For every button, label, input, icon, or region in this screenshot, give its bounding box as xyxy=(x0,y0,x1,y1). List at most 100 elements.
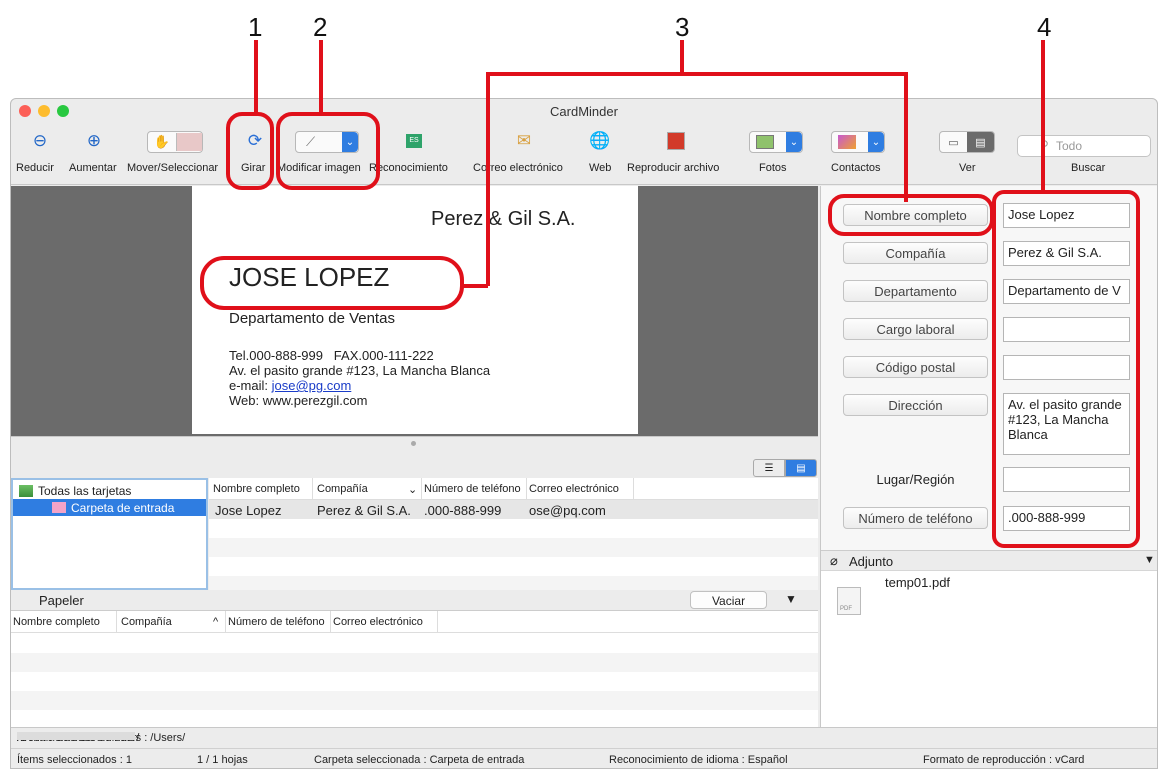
card-list: Nombre completo Compañía ⌄ Número de tel… xyxy=(209,478,818,590)
reducir-button[interactable]: ⊖ Reducir xyxy=(15,129,63,179)
splitter-bar[interactable] xyxy=(11,436,818,475)
vcard-icon xyxy=(661,129,691,153)
field-button-nombre[interactable]: Nombre completo xyxy=(843,204,988,226)
col-header-name[interactable]: Nombre completo xyxy=(213,483,300,495)
chevron-down-icon: ⌄ xyxy=(786,132,802,152)
collapse-triangle-icon[interactable]: ▼ xyxy=(785,592,797,606)
field-value-compania[interactable]: Perez & Gil S.A. xyxy=(1003,241,1130,266)
status-language: Reconocimiento de idioma : Español xyxy=(609,754,788,766)
reducir-label: Reducir xyxy=(16,162,54,174)
zoom-in-icon: ⊕ xyxy=(86,131,102,150)
trash-col-phone[interactable]: Número de teléfono xyxy=(228,616,325,628)
ver-button[interactable]: ▭ ▤ Ver xyxy=(939,129,1003,179)
status-selected: Ítems seleccionados : 1 xyxy=(17,754,132,766)
trash-panel: Papeler Vaciar ▼ Nombre completo Compañí… xyxy=(11,590,818,727)
card-name: JOSE LOPEZ xyxy=(229,262,390,292)
reconocimiento-button[interactable]: ES Reconocimiento xyxy=(369,129,461,179)
sort-desc-icon: ⌄ xyxy=(408,484,418,496)
trash-col-company[interactable]: Compañía xyxy=(121,616,172,628)
card-stack-icon xyxy=(19,485,33,497)
empty-row xyxy=(11,653,818,672)
contactos-dropdown[interactable]: ⌄ xyxy=(831,131,885,153)
card-email-link[interactable]: jose@pg.com xyxy=(272,378,352,393)
ver-label: Ver xyxy=(959,162,976,174)
mover-seleccionar-button[interactable]: ✋ Mover/Seleccionar xyxy=(127,129,239,179)
field-button-compania[interactable]: Compañía xyxy=(843,242,988,264)
reproducir-archivo-button[interactable]: Reproducir archivo xyxy=(623,129,733,179)
zoom-out-icon: ⊖ xyxy=(32,131,48,150)
trash-title: Papeler xyxy=(39,593,84,608)
vaciar-button[interactable]: Vaciar xyxy=(690,591,767,609)
search-input[interactable]: ⚲ Todo xyxy=(1017,135,1151,157)
trash-col-email[interactable]: Correo electrónico xyxy=(333,616,423,628)
search-placeholder: Todo xyxy=(1056,139,1083,153)
table-row[interactable]: Jose Lopez Perez & Gil S.A. .000-888-999… xyxy=(209,500,818,519)
mail-icon: ✉ xyxy=(516,131,532,150)
chevron-down-icon: ⌄ xyxy=(868,132,884,152)
callout-3: 3 xyxy=(675,12,690,42)
status-folder: Carpeta seleccionada : Carpeta de entrad… xyxy=(314,754,525,766)
pdf-file-icon: PDF xyxy=(837,587,861,615)
fotos-dropdown[interactable]: ⌄ xyxy=(749,131,803,153)
contactos-button[interactable]: ⌄ Contactos xyxy=(825,129,891,179)
card-fields-panel: Nombre completo Jose Lopez Compañía Pere… xyxy=(820,186,1157,727)
edit-image-icon: ⟋ xyxy=(306,134,316,149)
fotos-button[interactable]: ⌄ Fotos xyxy=(743,129,809,179)
tree-item-all-cards[interactable]: Todas las tarjetas xyxy=(19,483,131,499)
window-title: CardMinder xyxy=(550,104,618,119)
callout-1: 1 xyxy=(248,12,263,42)
trash-col-name[interactable]: Nombre completo xyxy=(13,616,100,628)
col-header-company[interactable]: Compañía xyxy=(317,483,368,495)
attachment-file[interactable]: PDF xyxy=(833,577,893,627)
sort-asc-icon: ^ xyxy=(213,616,219,628)
girar-button[interactable]: ⟳ Girar xyxy=(237,129,273,179)
redacted-filename xyxy=(17,732,135,740)
folder-tree: Todas las tarjetas Carpeta de entrada xyxy=(11,478,208,590)
field-button-direccion[interactable]: Dirección xyxy=(843,394,988,416)
reproducir-label: Reproducir archivo xyxy=(627,162,720,174)
field-button-telefono[interactable]: Número de teléfono xyxy=(843,507,988,529)
correo-electronico-button[interactable]: ✉ Correo electrónico xyxy=(467,129,577,179)
status-bar: Archivo de base de datos : /Users//Docum… xyxy=(11,727,1157,768)
split-view-icon: ▤ xyxy=(967,132,994,152)
list-view-icon[interactable]: ☰ xyxy=(753,459,785,477)
field-button-cargo[interactable]: Cargo laboral xyxy=(843,318,988,340)
col-header-email[interactable]: Correo electrónico xyxy=(529,483,619,495)
splitter-handle[interactable] xyxy=(411,441,416,446)
list-view-toggle[interactable]: ☰ ▤ xyxy=(753,459,817,477)
web-button[interactable]: 🌐 Web xyxy=(585,129,615,179)
empty-row xyxy=(11,691,818,710)
field-value-telefono[interactable]: .000-888-999 xyxy=(1003,506,1130,531)
field-button-codigo-postal[interactable]: Código postal xyxy=(843,356,988,378)
field-button-departamento[interactable]: Departamento xyxy=(843,280,988,302)
field-value-departamento[interactable]: Departamento de V xyxy=(1003,279,1130,304)
modificar-imagen-dropdown[interactable]: ⟋ ⌄ xyxy=(295,131,359,153)
attachment-title: Adjunto xyxy=(849,554,894,569)
chevron-down-icon: ⌄ xyxy=(342,132,358,152)
ver-segment[interactable]: ▭ ▤ xyxy=(939,131,995,153)
modificar-imagen-button[interactable]: ⟋ ⌄ Modificar imagen xyxy=(277,129,367,179)
mover-seleccionar-segment[interactable]: ✋ xyxy=(147,131,203,153)
collapse-triangle-icon[interactable]: ▼ xyxy=(1144,554,1155,566)
paperclip-icon: ⌀ xyxy=(830,553,838,568)
col-header-phone[interactable]: Número de teléfono xyxy=(424,483,521,495)
field-value-lugar-region[interactable] xyxy=(1003,467,1130,492)
buscar-label: Buscar xyxy=(1071,162,1106,174)
attachment-panel: ⌀ Adjunto ▼ PDF temp01.pdf xyxy=(821,550,1157,727)
card-view-icon[interactable]: ▤ xyxy=(785,459,817,477)
callout-4: 4 xyxy=(1037,12,1052,42)
correo-label: Correo electrónico xyxy=(473,162,563,174)
field-value-direccion[interactable]: Av. el pasito grande #123, La Mancha Bla… xyxy=(1003,393,1130,455)
aumentar-button[interactable]: ⊕ Aumentar xyxy=(67,129,123,179)
attachment-filename[interactable]: temp01.pdf xyxy=(885,575,950,590)
field-value-codigo-postal[interactable] xyxy=(1003,355,1130,380)
status-format: Formato de reproducción : vCard xyxy=(923,754,1085,766)
tree-item-inbox[interactable]: Carpeta de entrada xyxy=(13,499,206,516)
contactos-label: Contactos xyxy=(831,162,881,174)
field-value-cargo[interactable] xyxy=(1003,317,1130,342)
business-card-image: Perez & Gil S.A. JOSE LOPEZ Departamento… xyxy=(192,186,638,434)
tree-label-inbox: Carpeta de entrada xyxy=(71,500,175,515)
field-value-nombre[interactable]: Jose Lopez xyxy=(1003,203,1130,228)
rotate-icon: ⟳ xyxy=(247,131,263,150)
tree-label-all-cards: Todas las tarjetas xyxy=(38,484,132,498)
